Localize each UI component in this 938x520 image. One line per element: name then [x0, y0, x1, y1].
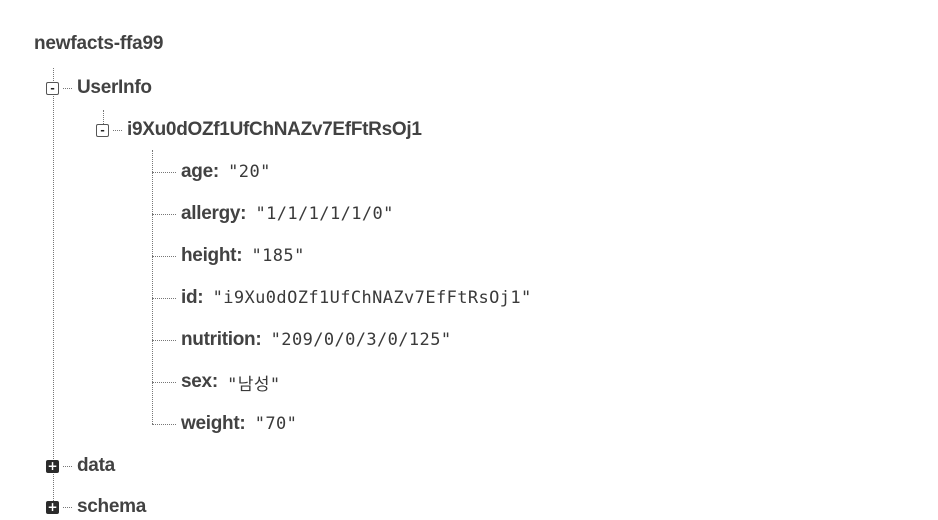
field-key[interactable]: height	[181, 245, 237, 267]
field-key[interactable]: sex	[181, 371, 212, 393]
field-colon: :	[212, 161, 220, 182]
expand-icon[interactable]: +	[46, 500, 59, 514]
field-value[interactable]: "70"	[255, 414, 298, 434]
field-colon: :	[255, 329, 262, 350]
connector-line	[152, 255, 176, 257]
tree-node-label[interactable]: i9Xu0dOZf1UfChNAZv7EfFtRsOj1	[127, 119, 422, 141]
field-row-nutrition[interactable]: nutrition: "209/0/0/3/0/125"	[152, 327, 451, 353]
field-row-id[interactable]: id: "i9Xu0dOZf1UfChNAZv7EfFtRsOj1"	[152, 285, 532, 311]
tree-node-user[interactable]: - i9Xu0dOZf1UfChNAZv7EfFtRsOj1	[96, 117, 422, 143]
field-colon: :	[239, 413, 246, 434]
tree-node-label[interactable]: data	[77, 455, 115, 477]
field-key[interactable]: allergy	[181, 203, 240, 225]
expand-icon[interactable]: +	[46, 459, 59, 473]
connector-line	[152, 213, 176, 215]
field-key[interactable]: nutrition	[181, 329, 256, 351]
tree-node-userinfo[interactable]: - UserInfo	[46, 75, 152, 101]
connector-line	[63, 465, 72, 467]
field-row-sex[interactable]: sex: "남성"	[152, 369, 281, 395]
field-row-weight[interactable]: weight: "70"	[152, 411, 297, 437]
field-value[interactable]: "i9Xu0dOZf1UfChNAZv7EfFtRsOj1"	[213, 288, 532, 308]
field-colon: :	[197, 287, 204, 308]
connector-line	[152, 381, 176, 383]
connector-line	[152, 423, 176, 425]
field-key[interactable]: weight	[181, 413, 240, 435]
field-value[interactable]: "185"	[252, 246, 305, 266]
connector-line	[152, 339, 176, 341]
connector-line	[152, 171, 176, 173]
field-row-allergy[interactable]: allergy: "1/1/1/1/1/0"	[152, 201, 394, 227]
field-value[interactable]: "1/1/1/1/1/0"	[256, 204, 394, 224]
field-value[interactable]: "남성"	[227, 370, 280, 395]
field-colon: :	[240, 203, 247, 224]
connector-line	[113, 129, 122, 131]
field-value[interactable]: "209/0/0/3/0/125"	[271, 330, 452, 350]
collapse-icon[interactable]: -	[46, 81, 59, 95]
field-colon: :	[236, 245, 243, 266]
root-guide-line	[53, 68, 54, 513]
tree-node-label[interactable]: UserInfo	[77, 77, 152, 99]
connector-line	[63, 87, 72, 89]
field-row-age[interactable]: age: "20"	[152, 159, 271, 185]
field-colon: :	[211, 371, 219, 392]
tree-node-schema[interactable]: + schema	[46, 494, 146, 520]
field-value[interactable]: "20"	[228, 162, 271, 182]
field-row-height[interactable]: height: "185"	[152, 243, 305, 269]
connector-line	[152, 297, 176, 299]
tree-node-data[interactable]: + data	[46, 453, 115, 479]
connector-line	[63, 506, 72, 508]
field-key[interactable]: age	[181, 161, 213, 183]
collapse-icon[interactable]: -	[96, 123, 109, 137]
database-root-label[interactable]: newfacts-ffa99	[34, 33, 163, 55]
field-key[interactable]: id	[181, 287, 198, 309]
